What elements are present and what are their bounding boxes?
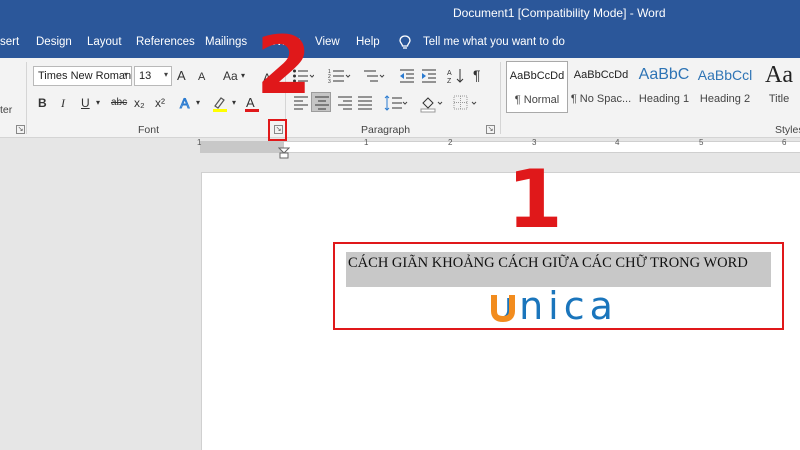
align-center-button[interactable] — [311, 92, 331, 112]
tab-mailings[interactable]: Mailings — [205, 36, 247, 48]
underline-button[interactable]: U — [81, 94, 90, 112]
tab-layout[interactable]: Layout — [87, 36, 122, 48]
horizontal-ruler[interactable]: 1 1 2 3 4 5 6 — [0, 138, 800, 159]
tab-help[interactable]: Help — [356, 36, 380, 48]
ruler-number: 2 — [448, 138, 453, 147]
style-sample: AaBbC — [638, 66, 690, 83]
change-case-button[interactable]: Aa — [223, 67, 238, 85]
svg-text:A: A — [447, 70, 452, 77]
left-panel-label: ter — [0, 104, 13, 116]
ruler-track — [200, 141, 800, 153]
svg-text:Z: Z — [447, 78, 452, 84]
borders-icon[interactable] — [453, 95, 479, 111]
tell-me-search[interactable]: Tell me what you want to do — [423, 36, 565, 48]
ruler-number: 6 — [782, 138, 787, 147]
sort-icon[interactable]: AZ — [447, 68, 465, 84]
lightbulb-icon — [399, 35, 411, 49]
tab-design[interactable]: Design — [36, 36, 72, 48]
style-heading-1[interactable]: AaBbC Heading 1 — [634, 61, 694, 113]
style-name: ¶ No Spac... — [570, 93, 632, 105]
ruler-number: 1 — [197, 138, 202, 147]
tab-insert[interactable]: sert — [0, 36, 19, 48]
svg-text:3: 3 — [328, 79, 331, 84]
chevron-down-icon: ▾ — [163, 70, 168, 79]
annotation-box-heading — [333, 242, 784, 330]
justify-icon[interactable] — [357, 96, 373, 110]
ruler-number: 1 — [364, 138, 369, 147]
chevron-down-icon: ▾ — [96, 98, 101, 107]
style-name: Heading 1 — [638, 93, 690, 105]
multilevel-list-icon[interactable] — [362, 68, 386, 84]
numbering-icon[interactable]: 123 — [328, 68, 352, 84]
ribbon: ter Times New Roman ▾ 13 ▾ A A Aa ▾ B I … — [0, 58, 800, 138]
font-group-label: Font — [138, 124, 160, 136]
annotation-number-1: 1 — [507, 153, 563, 246]
bold-button[interactable]: B — [38, 94, 47, 112]
separator — [26, 62, 27, 134]
ribbon-tabs: sert Design Layout References Mailings e… — [0, 28, 800, 58]
font-size-value: 13 — [139, 70, 152, 82]
style-no-spacing[interactable]: AaBbCcDd ¶ No Spac... — [570, 61, 632, 113]
style-name: Heading 2 — [699, 93, 751, 105]
style-name: Title — [768, 93, 790, 105]
style-sample: AaBbCcl — [697, 67, 753, 83]
style-title[interactable]: Aa Title — [758, 61, 800, 113]
tab-view[interactable]: View — [315, 36, 340, 48]
font-name-value: Times New Roman — [38, 70, 132, 82]
chevron-down-icon: ▾ — [196, 98, 201, 107]
ruler-number: 4 — [615, 138, 620, 147]
text-effects-icon[interactable]: A — [178, 95, 194, 111]
superscript-button[interactable]: x² — [155, 94, 165, 112]
chevron-down-icon: ▾ — [123, 70, 128, 79]
align-right-icon[interactable] — [337, 96, 353, 110]
grow-font-button[interactable]: A — [177, 67, 186, 85]
separator — [500, 62, 501, 134]
font-size-combo[interactable]: 13 ▾ — [134, 66, 172, 86]
window-title: Document1 [Compatibility Mode] - Word — [453, 6, 666, 20]
style-sample: Aa — [765, 62, 793, 88]
show-formatting-marks-icon[interactable]: ¶ — [473, 66, 481, 84]
tab-references[interactable]: References — [136, 36, 195, 48]
paragraph-dialog-launcher-icon[interactable]: ↘ — [486, 125, 495, 134]
style-sample: AaBbCcDd — [573, 69, 629, 81]
chevron-down-icon: ▾ — [232, 98, 237, 107]
italic-button[interactable]: I — [61, 94, 65, 112]
align-center-icon — [315, 96, 329, 110]
strikethrough-button[interactable]: abc — [111, 94, 127, 112]
decrease-indent-icon[interactable] — [399, 68, 415, 84]
dialog-launcher-icon[interactable]: ↘ — [16, 125, 25, 134]
svg-text:A: A — [246, 95, 255, 110]
indent-marker-icon[interactable] — [278, 147, 290, 159]
annotation-box-launcher — [268, 119, 287, 141]
ruler-number: 3 — [532, 138, 537, 147]
annotation-number-2: 2 — [256, 19, 312, 112]
subscript-button[interactable]: x₂ — [134, 94, 145, 112]
highlighter-icon[interactable] — [211, 95, 229, 113]
chevron-down-icon: ▾ — [241, 71, 246, 80]
svg-text:A: A — [180, 95, 190, 111]
styles-group-label: Styles — [775, 124, 800, 136]
ruler-number: 5 — [699, 138, 704, 147]
paragraph-group-label: Paragraph — [361, 124, 411, 136]
shading-icon[interactable] — [419, 95, 445, 113]
style-sample: AaBbCcDd — [509, 70, 565, 82]
font-name-combo[interactable]: Times New Roman ▾ — [33, 66, 132, 86]
line-spacing-icon[interactable] — [384, 95, 408, 111]
style-name: ¶ Normal — [514, 94, 560, 106]
style-heading-2[interactable]: AaBbCcl Heading 2 — [696, 61, 754, 113]
shrink-font-button[interactable]: A — [198, 68, 205, 86]
ruler-left-margin — [200, 141, 284, 153]
style-normal[interactable]: AaBbCcDd ¶ Normal — [506, 61, 568, 113]
title-bar: Document1 [Compatibility Mode] - Word — [0, 0, 800, 28]
increase-indent-icon[interactable] — [421, 68, 437, 84]
